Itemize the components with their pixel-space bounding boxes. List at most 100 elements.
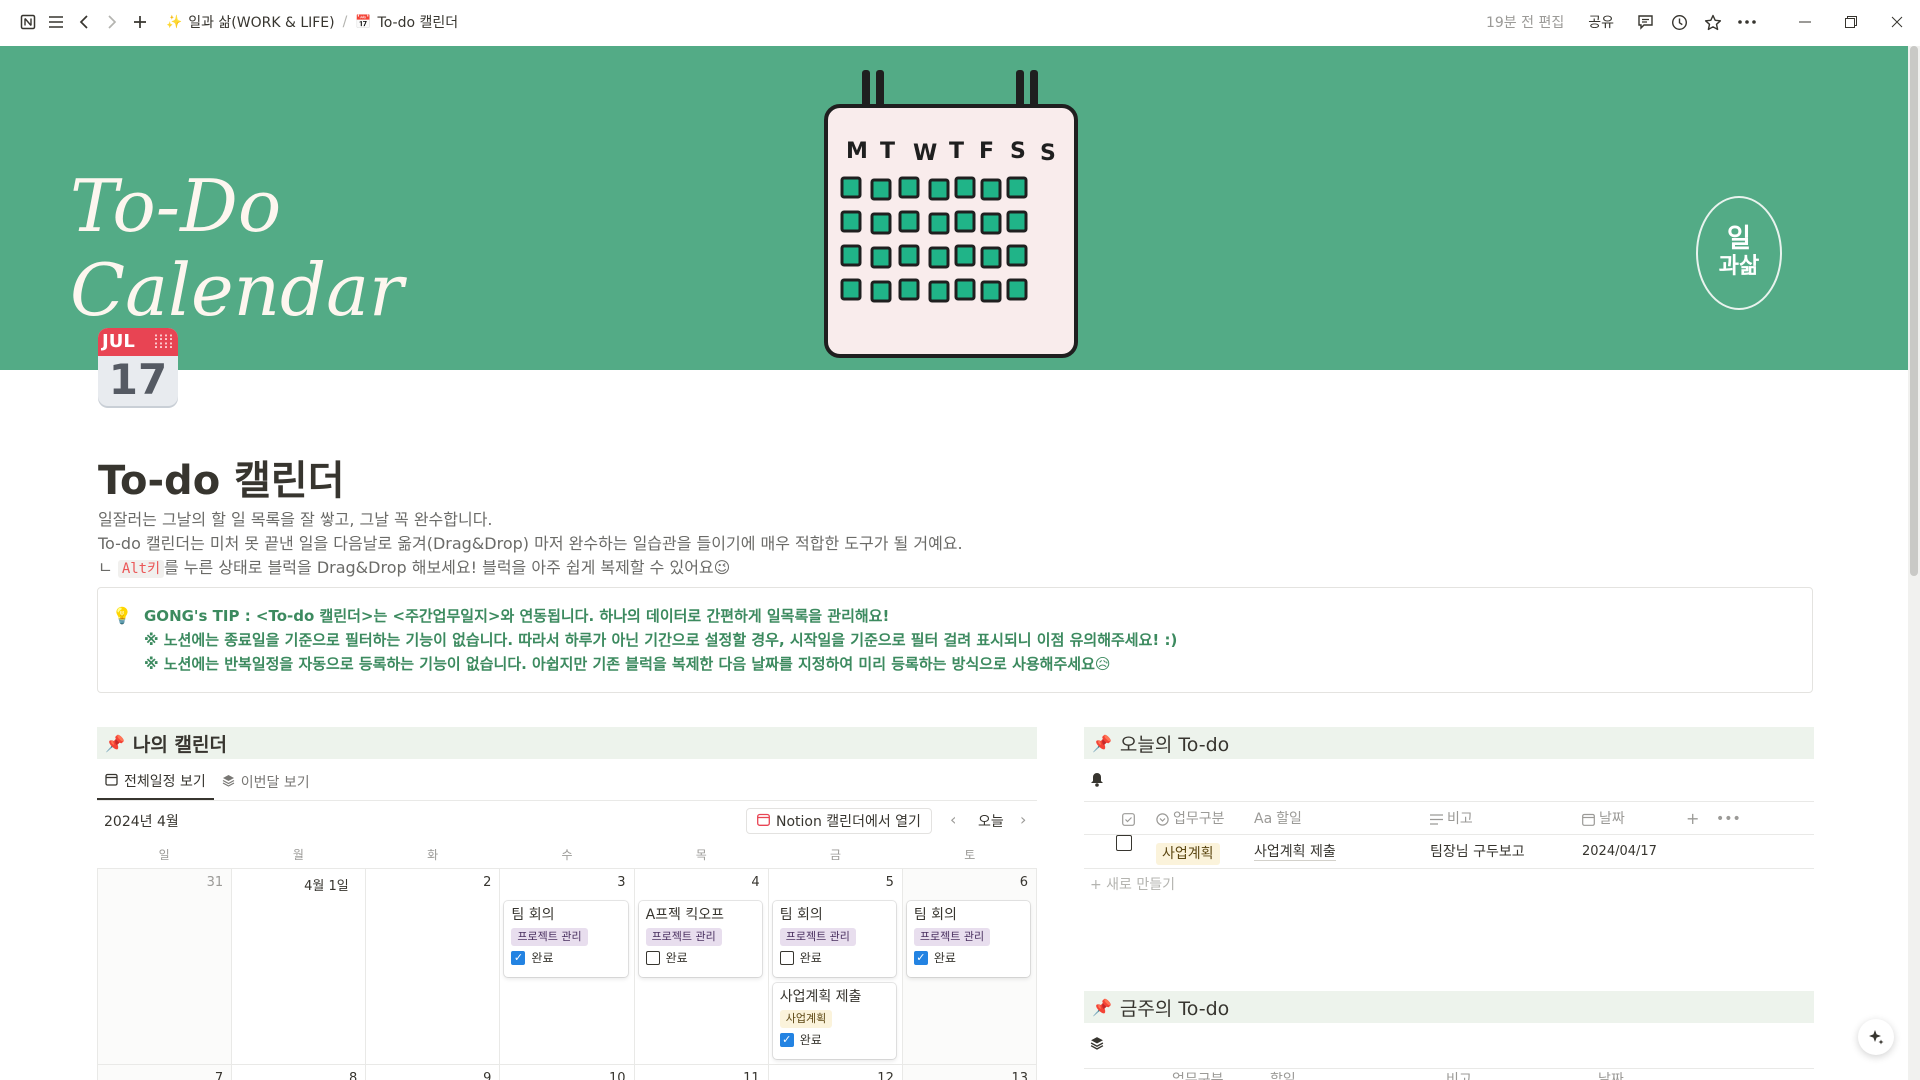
- callout-line-1: GONG's TIP : <To-do 캘린더>는 <주간업무일지>와 연동됩니…: [144, 607, 890, 625]
- previous-month-chevron-icon[interactable]: ‹: [950, 810, 956, 829]
- weekday-letter: S: [1010, 139, 1026, 164]
- forward-arrow-icon[interactable]: [98, 8, 126, 36]
- brand-logo: 일 과삶: [1696, 196, 1782, 310]
- event-tag: 프로젝트 관리: [779, 928, 856, 946]
- calendar-illustration-cell: [954, 278, 976, 301]
- today-button[interactable]: 오늘: [978, 811, 1004, 831]
- calendar-day-cell[interactable]: 11: [635, 1065, 769, 1080]
- minimize-window-icon[interactable]: [1782, 0, 1828, 44]
- done-checkbox[interactable]: ✓: [779, 1032, 794, 1047]
- column-task[interactable]: Aa 할일: [1254, 802, 1302, 836]
- day-number: 2: [483, 875, 492, 890]
- layers-icon[interactable]: [1090, 1036, 1104, 1054]
- calendar-illustration-cell: [870, 212, 892, 235]
- new-page-plus-icon[interactable]: [126, 8, 154, 36]
- event-card[interactable]: 팀 회의 프로젝트 관리 완료: [772, 901, 896, 977]
- title-property-icon: Aa: [1254, 811, 1273, 827]
- event-card[interactable]: 사업계획 제출 사업계획 ✓ 완료: [772, 983, 896, 1059]
- column-date-label: 날짜: [1598, 1072, 1624, 1080]
- calendar-day-cell[interactable]: 2: [366, 869, 501, 1065]
- done-checkbox[interactable]: ✓: [913, 950, 928, 965]
- column-date[interactable]: 날짜: [1582, 802, 1625, 836]
- weekday-label: 토: [964, 848, 976, 862]
- restore-window-icon[interactable]: [1828, 0, 1874, 44]
- row-checkbox[interactable]: [1116, 835, 1132, 851]
- calendar-day-cell[interactable]: 4 A프젝 킥오프 프로젝트 관리 완료: [634, 869, 769, 1065]
- calendar-illustration-cell: [840, 210, 862, 233]
- row-task-cell[interactable]: 사업계획 제출: [1254, 835, 1336, 869]
- day-number: 5: [885, 875, 894, 890]
- page-icon-calendar[interactable]: JUL :::::::: 17: [98, 328, 178, 406]
- calendar-day-cell[interactable]: 7: [98, 1065, 233, 1080]
- event-tag: 프로젝트 관리: [913, 928, 991, 946]
- calendar-day-cell[interactable]: 31: [98, 869, 233, 1065]
- menu-icon[interactable]: [42, 8, 70, 36]
- page-title[interactable]: To-do 캘린더: [98, 448, 345, 506]
- weekday-letter: W: [913, 141, 937, 166]
- notion-logo-icon[interactable]: [14, 8, 42, 36]
- bell-icon[interactable]: [1090, 772, 1104, 791]
- description-line-2: To-do 캘린더는 미처 못 끝낸 일을 다음날로 옮겨(Drag&Drop)…: [98, 534, 963, 553]
- breadcrumb-workspace-label: 일과 삶(WORK & LIFE): [188, 15, 335, 31]
- calendar-illustration-cell: [928, 280, 950, 303]
- share-button[interactable]: 공유: [1588, 12, 1614, 32]
- open-in-notion-calendar-button[interactable]: Notion 캘린더에서 열기: [746, 808, 932, 834]
- column-task-label: 할일: [1270, 1072, 1296, 1080]
- description-line-3-text: 를 누른 상태로 블럭을 Drag&Drop 해보세요! 블럭을 아주 쉽게 복…: [164, 558, 731, 577]
- table-more-options-icon[interactable]: •••: [1716, 802, 1741, 836]
- scrollbar-thumb[interactable]: [1910, 46, 1918, 576]
- column-task-label: 할일: [1276, 811, 1302, 827]
- ai-assistant-sparkle-icon[interactable]: [1858, 1019, 1894, 1055]
- calendar-day-cell[interactable]: 4월 1일: [232, 869, 367, 1065]
- history-clock-icon[interactable]: [1662, 7, 1696, 37]
- week-todo-table-header: 업무구분 할일 비고 날짜: [1084, 1068, 1814, 1080]
- tab-this-month[interactable]: 이번달 보기: [214, 764, 318, 800]
- next-month-chevron-icon[interactable]: ›: [1020, 810, 1026, 829]
- more-options-icon[interactable]: [1730, 7, 1764, 37]
- calendar-day-cell[interactable]: 8: [232, 1065, 367, 1080]
- weekday-letter: M: [846, 139, 868, 164]
- calendar-illustration-cell: [928, 246, 950, 269]
- column-note[interactable]: 비고: [1430, 802, 1473, 836]
- close-window-icon[interactable]: [1874, 0, 1920, 44]
- breadcrumb-workspace[interactable]: ✨ 일과 삶(WORK & LIFE): [160, 8, 341, 36]
- weekday-letter: T: [949, 139, 964, 164]
- calendar-day-cell[interactable]: 3 팀 회의 프로젝트 관리 ✓ 완료: [500, 869, 635, 1065]
- calendar-day-cell[interactable]: 13: [902, 1065, 1037, 1080]
- page-cover[interactable]: To-Do Calendar M T W T F S S 일 과삶: [0, 46, 1908, 370]
- event-tag: 프로젝트 관리: [511, 928, 588, 946]
- comments-icon[interactable]: [1628, 7, 1662, 37]
- add-property-plus-icon[interactable]: +: [1686, 802, 1699, 836]
- calendar-day-cell[interactable]: 6 팀 회의 프로젝트 관리 ✓ 완료: [902, 869, 1037, 1065]
- page-icon-day: 17: [108, 355, 168, 404]
- callout-line-3: ※ 노션에는 반복일정을 자동으로 등록하는 기능이 없습니다. 아쉽지만 기존…: [144, 655, 1111, 673]
- table-row[interactable]: 사업계획 사업계획 제출 팀장님 구두보고 2024/04/17: [1084, 835, 1814, 869]
- done-checkbox[interactable]: [645, 950, 660, 965]
- event-title: A프젝 킥오프: [645, 907, 724, 923]
- inline-code-alt-key: Alt키: [117, 560, 164, 578]
- weekday-label: 목: [695, 848, 707, 862]
- done-checkbox[interactable]: [779, 950, 794, 965]
- weekday-label: 금: [830, 848, 842, 862]
- event-card[interactable]: 팀 회의 프로젝트 관리 ✓ 완료: [504, 901, 628, 977]
- description-line-1: 일잘러는 그날의 할 일 목록을 잘 쌓고, 그날 꼭 완수합니다.: [98, 510, 493, 529]
- new-row-button[interactable]: + 새로 만들기: [1090, 874, 1175, 894]
- calendar-day-cell[interactable]: 9: [366, 1065, 501, 1080]
- calendar-day-cell[interactable]: 10: [500, 1065, 635, 1080]
- breadcrumb-separator: /: [342, 14, 348, 30]
- done-checkbox[interactable]: ✓: [511, 950, 526, 965]
- calendar-day-cell[interactable]: 12: [769, 1065, 903, 1080]
- event-title: 팀 회의: [511, 907, 555, 923]
- breadcrumb-current-page[interactable]: 📅 To-do 캘린더: [349, 8, 464, 36]
- calendar-day-cell[interactable]: 5 팀 회의 프로젝트 관리 완료 사업계획 제출 사업계획 ✓ 완료: [768, 869, 903, 1065]
- event-card[interactable]: 팀 회의 프로젝트 관리 ✓ 완료: [906, 901, 1030, 977]
- page-description: 일잘러는 그날의 할 일 목록을 잘 쌓고, 그날 꼭 완수합니다. To-do…: [98, 508, 963, 581]
- column-category[interactable]: 업무구분: [1156, 802, 1225, 836]
- back-arrow-icon[interactable]: [70, 8, 98, 36]
- tab-all-schedule[interactable]: 전체일정 보기: [97, 764, 214, 800]
- done-label: 완료: [799, 951, 822, 965]
- row-date-text: 2024/04/17: [1582, 844, 1657, 859]
- favorite-star-icon[interactable]: [1696, 7, 1730, 37]
- event-card[interactable]: A프젝 킥오프 프로젝트 관리 완료: [638, 901, 762, 977]
- calendar-illustration-cell: [980, 178, 1002, 201]
